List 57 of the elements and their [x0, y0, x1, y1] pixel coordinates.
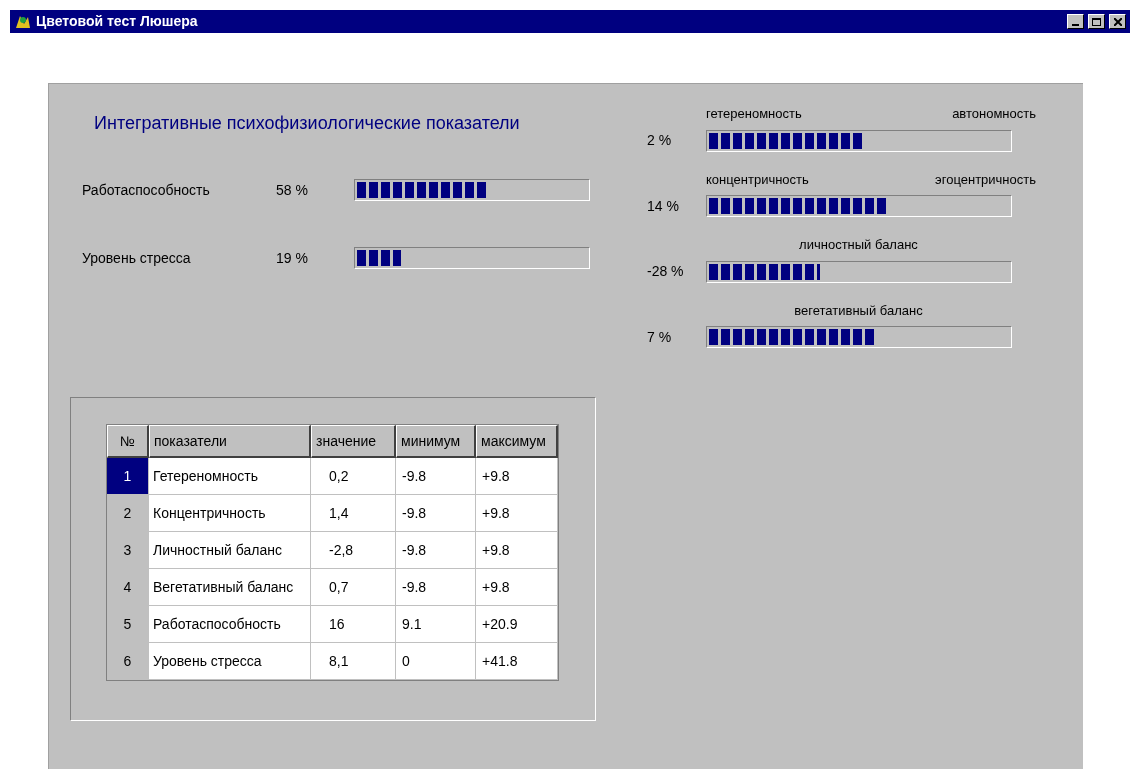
table-cell[interactable]: 5 — [107, 606, 149, 643]
close-icon — [1113, 17, 1122, 26]
maximize-button[interactable] — [1088, 14, 1105, 29]
scale-left-label: концентричность — [706, 170, 809, 189]
table-cell: +9.8 — [476, 458, 558, 495]
table-cell[interactable]: 1 — [107, 458, 149, 495]
table-cell: -2,8 — [311, 532, 396, 569]
table-cell[interactable]: 6 — [107, 643, 149, 680]
table-cell: Гетереномность — [149, 458, 311, 495]
scale-right-label: автономность — [952, 105, 1036, 123]
scale-reading: -28 % — [647, 262, 685, 281]
scale-label: личностный баланс — [799, 236, 918, 254]
scale-reading: 7 % — [647, 327, 673, 347]
scale-label: вегетативный баланс — [794, 301, 923, 320]
column-header[interactable]: значение — [311, 425, 396, 458]
minimize-icon — [1072, 23, 1079, 26]
table-cell: +41.8 — [476, 643, 558, 680]
table-cell: -9.8 — [396, 458, 476, 495]
table-cell: +9.8 — [476, 495, 558, 532]
column-header[interactable]: № — [107, 425, 149, 458]
table-cell[interactable]: 4 — [107, 569, 149, 606]
column-header[interactable]: максимум — [476, 425, 558, 458]
table-cell: -9.8 — [396, 495, 476, 532]
table-cell: 8,1 — [311, 643, 396, 680]
indicator-reading: 58 % — [276, 180, 309, 200]
window-title: Цветовой тест Люшера — [36, 12, 199, 31]
table-cell: 0,2 — [311, 458, 396, 495]
table-cell: 1,4 — [311, 495, 396, 532]
indicator-label: Работаспособность — [82, 180, 211, 200]
table-cell: +20.9 — [476, 606, 558, 643]
close-button[interactable] — [1109, 14, 1126, 29]
minimize-button[interactable] — [1067, 14, 1084, 29]
table-cell: 0,7 — [311, 569, 396, 606]
table-cell: +9.8 — [476, 569, 558, 606]
indicator-reading: 19 % — [276, 248, 309, 268]
table-cell: 16 — [311, 606, 396, 643]
panel-heading: Интегративные психофизиологические показатели — [94, 112, 521, 135]
table-cell: -9.8 — [396, 532, 476, 569]
scale-left-label: гетереномность — [706, 105, 802, 123]
scale-right-label: эгоцентричность — [935, 170, 1036, 189]
table-cell: 0 — [396, 643, 476, 680]
table-cell: -9.8 — [396, 569, 476, 606]
scale-reading: 2 % — [647, 131, 673, 150]
table-cell[interactable]: 2 — [107, 495, 149, 532]
table-cell[interactable]: 3 — [107, 532, 149, 569]
table-cell: Концентричность — [149, 495, 311, 532]
table-cell: Работаспособность — [149, 606, 311, 643]
table-cell: 9.1 — [396, 606, 476, 643]
table-cell: Личностный баланс — [149, 532, 311, 569]
table-cell: +9.8 — [476, 532, 558, 569]
table-cell: Вегетативный баланс — [149, 569, 311, 606]
maximize-icon — [1092, 17, 1101, 26]
column-header[interactable]: показатели — [149, 425, 311, 458]
table-cell: Уровень стресса — [149, 643, 311, 680]
scale-reading: 14 % — [647, 196, 680, 216]
column-header[interactable]: минимум — [396, 425, 476, 458]
indicator-label: Уровень стресса — [82, 248, 192, 268]
